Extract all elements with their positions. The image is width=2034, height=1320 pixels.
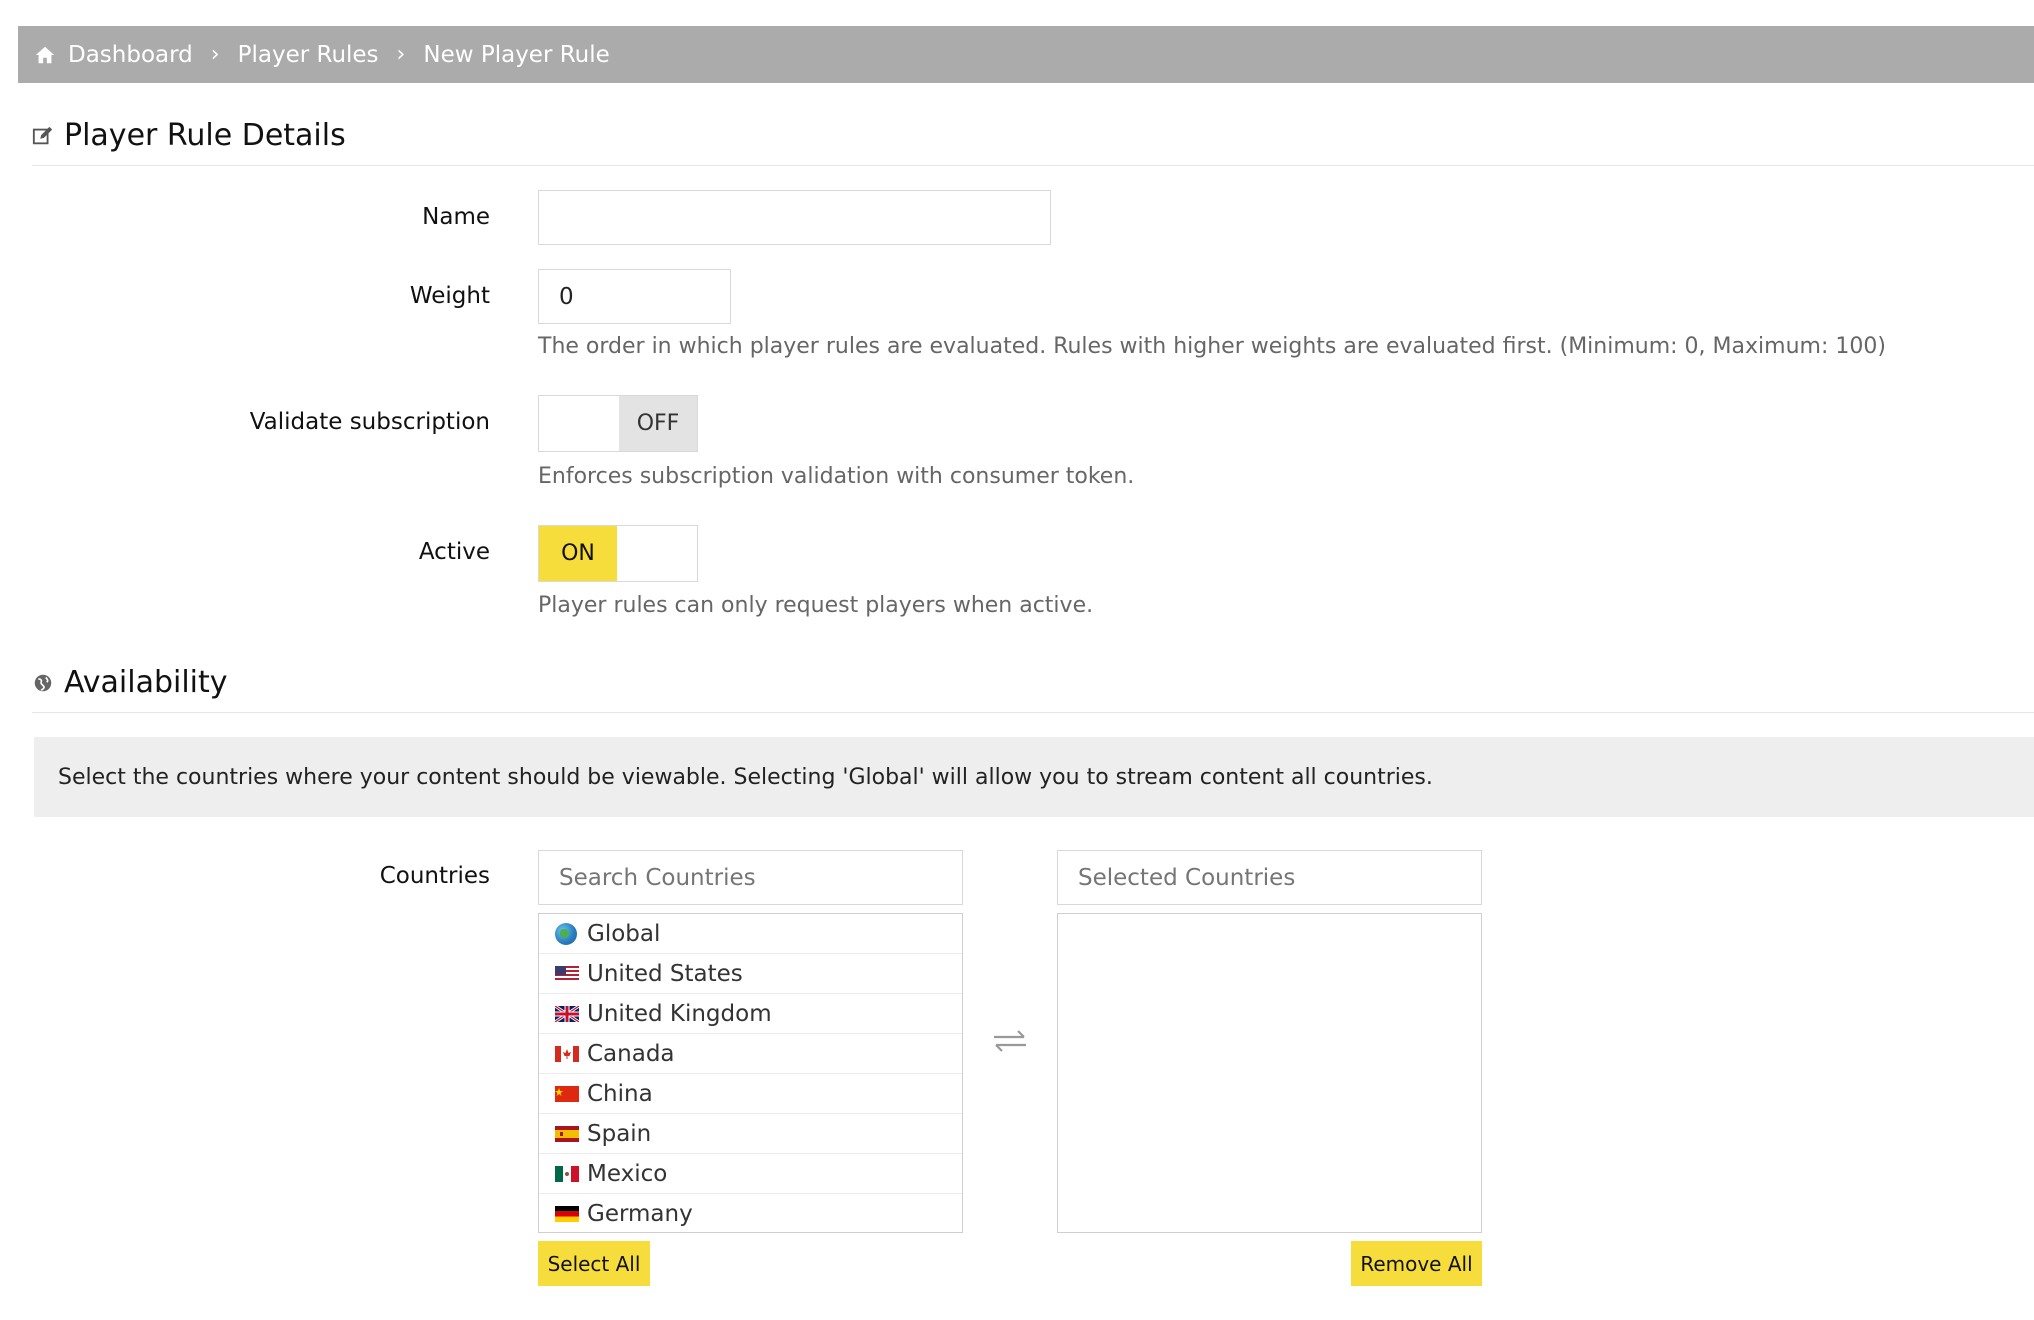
weight-help: The order in which player rules are eval… — [538, 334, 1886, 359]
list-item-china[interactable]: China — [539, 1074, 962, 1114]
country-name: Canada — [587, 1040, 675, 1067]
list-item-united-states[interactable]: United States — [539, 954, 962, 994]
countries-label: Countries — [379, 863, 490, 889]
availability-section-header: Availability — [32, 665, 2034, 713]
name-input[interactable] — [538, 190, 1051, 245]
list-item-mexico[interactable]: Mexico — [539, 1154, 962, 1194]
selected-countries-list[interactable] — [1057, 913, 1482, 1233]
flag-ca-icon — [555, 1045, 579, 1062]
weight-input[interactable] — [538, 269, 731, 324]
flag-mx-icon — [555, 1165, 579, 1182]
availability-info-box: Select the countries where your content … — [34, 737, 2034, 817]
active-help: Player rules can only request players wh… — [538, 593, 1094, 618]
breadcrumb: Dashboard › Player Rules › New Player Ru… — [18, 26, 2034, 83]
weight-label: Weight — [409, 283, 490, 309]
chevron-right-icon: › — [210, 42, 220, 67]
country-name: Spain — [587, 1120, 652, 1147]
validate-subscription-help: Enforces subscription validation with co… — [538, 464, 1135, 489]
country-name: Mexico — [587, 1160, 668, 1187]
country-name: United Kingdom — [587, 1000, 772, 1027]
available-countries-list[interactable]: Global United States United Kingdom Cana… — [538, 913, 963, 1233]
country-name: China — [587, 1080, 653, 1107]
list-item-germany[interactable]: Germany — [539, 1194, 962, 1232]
details-section-title: Player Rule Details — [64, 118, 346, 153]
availability-info-text: Select the countries where your content … — [58, 764, 1433, 790]
globe-icon — [34, 674, 52, 691]
breadcrumb-player-rules[interactable]: Player Rules — [238, 42, 379, 68]
availability-section-title: Availability — [64, 665, 228, 700]
list-item-united-kingdom[interactable]: United Kingdom — [539, 994, 962, 1034]
selected-countries-filter[interactable] — [1057, 850, 1482, 905]
country-name: Global — [587, 920, 661, 947]
globe-icon — [555, 922, 577, 945]
search-countries-input[interactable] — [538, 850, 963, 905]
validate-subscription-toggle[interactable]: OFF — [538, 395, 698, 452]
country-name: United States — [587, 960, 743, 987]
toggle-state-off: OFF — [619, 396, 697, 451]
name-label: Name — [422, 204, 490, 230]
swap-arrows-icon — [994, 1030, 1026, 1052]
list-item-spain[interactable]: Spain — [539, 1114, 962, 1154]
remove-all-button[interactable]: Remove All — [1351, 1241, 1482, 1286]
chevron-right-icon: › — [396, 42, 406, 67]
toggle-knob — [539, 396, 619, 451]
validate-subscription-label: Validate subscription — [249, 409, 490, 435]
details-section-header: Player Rule Details — [32, 118, 2034, 166]
active-label: Active — [418, 539, 490, 565]
active-toggle[interactable]: ON — [538, 525, 698, 582]
toggle-knob — [617, 526, 697, 581]
flag-de-icon — [555, 1205, 579, 1222]
breadcrumb-dashboard[interactable]: Dashboard — [68, 42, 193, 68]
country-name: Germany — [587, 1200, 693, 1227]
flag-us-icon — [555, 965, 579, 982]
edit-icon — [32, 126, 53, 144]
list-item-canada[interactable]: Canada — [539, 1034, 962, 1074]
select-all-button[interactable]: Select All — [538, 1241, 650, 1286]
flag-es-icon — [555, 1125, 579, 1142]
breadcrumb-current: New Player Rule — [423, 41, 610, 68]
toggle-state-on: ON — [539, 526, 617, 581]
flag-cn-icon — [555, 1085, 579, 1102]
list-item-global[interactable]: Global — [539, 914, 962, 954]
home-icon[interactable] — [34, 44, 56, 66]
flag-uk-icon — [555, 1005, 579, 1022]
